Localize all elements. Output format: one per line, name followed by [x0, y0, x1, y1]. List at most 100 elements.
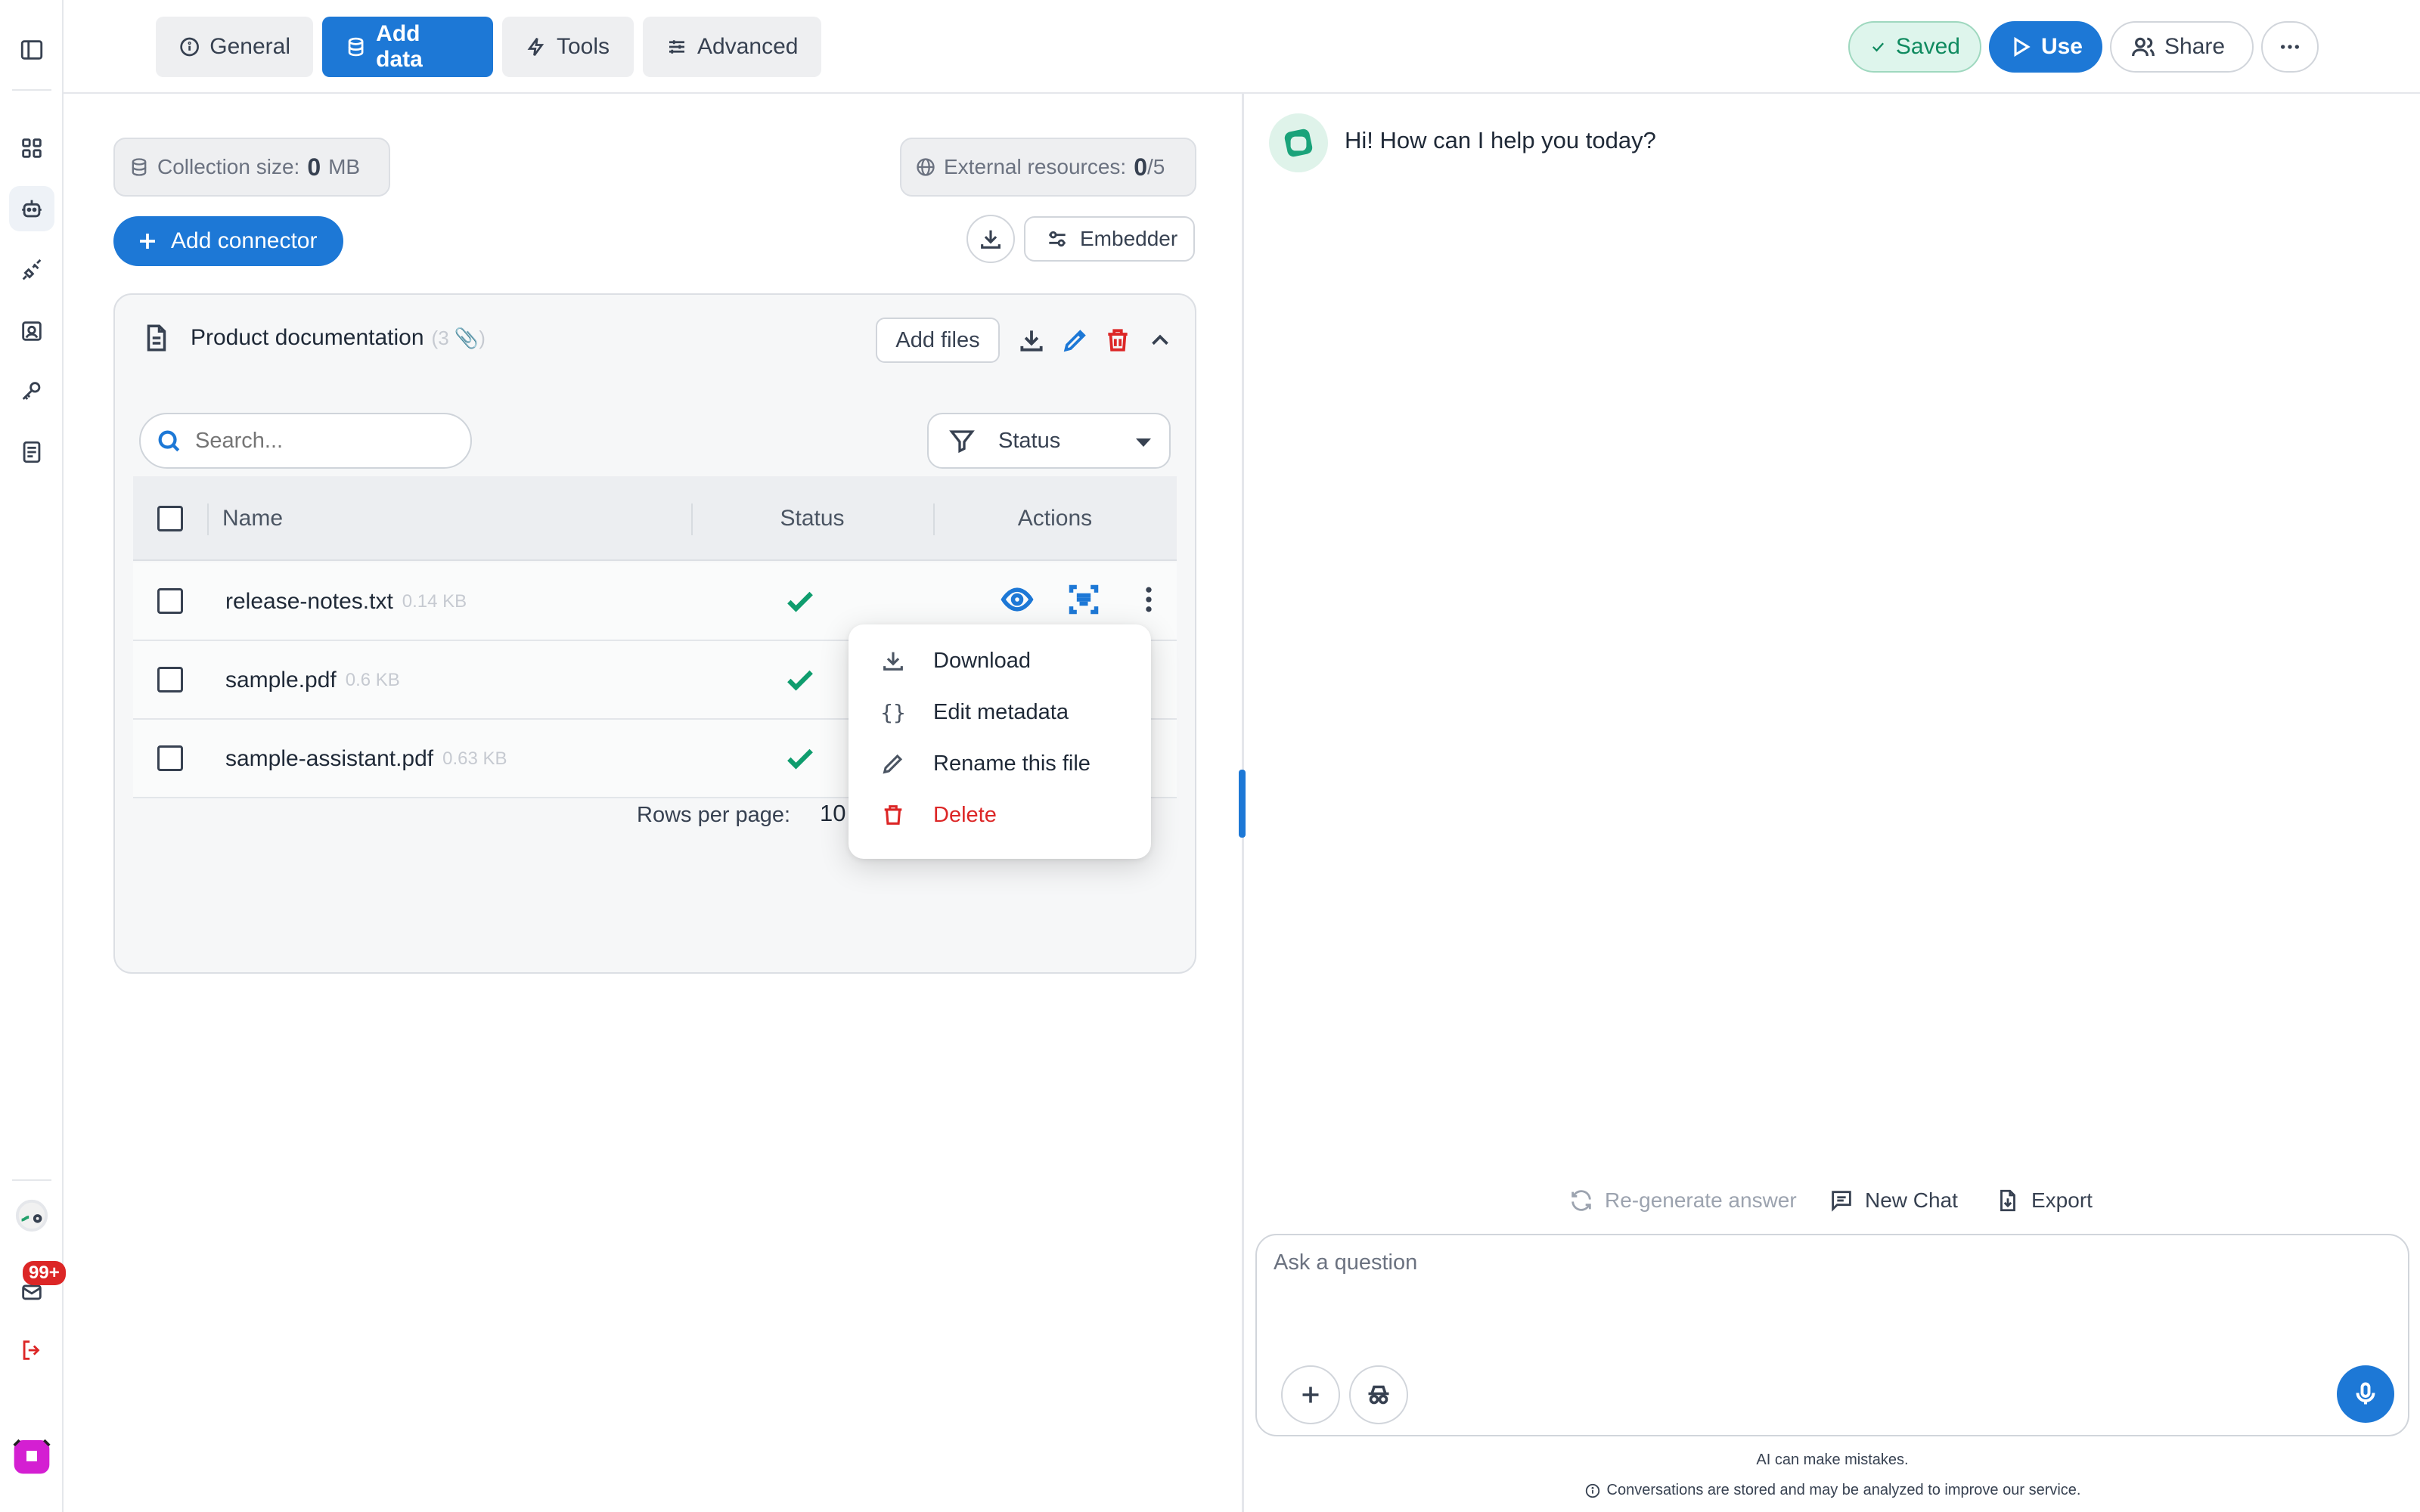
file-name: release-notes.txt	[225, 589, 393, 614]
card-header: Product documentation (3 📎)	[141, 322, 486, 354]
plus-icon	[1302, 1387, 1319, 1403]
top-bar: General Add data Tools Advanced Saved Us…	[64, 0, 2420, 94]
assistant-avatar	[1269, 113, 1328, 172]
rail-dashboard-button[interactable]	[9, 125, 54, 171]
search-icon	[158, 430, 180, 452]
sidebar-icon	[20, 40, 43, 60]
new-chat-label: New Chat	[1865, 1188, 1958, 1212]
use-label: Use	[2040, 34, 2083, 59]
new-chat-button[interactable]: New Chat	[1829, 1184, 1958, 1217]
download-icon	[883, 652, 903, 671]
rail-connectors-button[interactable]	[9, 248, 54, 293]
collection-size-label: Collection size:	[157, 155, 300, 178]
rows-per-page-select[interactable]: 10	[820, 800, 845, 827]
chat-composer	[1255, 1234, 2409, 1436]
key-icon	[22, 382, 41, 400]
scan-text-icon	[1069, 584, 1099, 615]
download-all-button[interactable]	[966, 215, 1015, 263]
column-header-name[interactable]: Name	[207, 476, 767, 561]
rail-keys-button[interactable]	[9, 369, 54, 414]
view-file-button[interactable]	[998, 581, 1036, 618]
microphone-icon	[2356, 1382, 2375, 1405]
ellipsis-icon	[2281, 45, 2299, 49]
use-button[interactable]: Use	[1989, 21, 2102, 73]
download-collection-button[interactable]	[1015, 324, 1048, 357]
menu-item-download[interactable]: Download	[849, 635, 1151, 686]
status-filter-dropdown[interactable]: Status	[927, 413, 1171, 469]
tab-label: Add data	[376, 21, 423, 72]
select-all-checkbox[interactable]	[157, 506, 183, 531]
play-icon	[2014, 36, 2031, 57]
tab-add-data[interactable]: Add data	[322, 17, 493, 77]
file-search-input[interactable]	[195, 428, 437, 454]
check-icon	[787, 591, 813, 612]
caret-down-icon	[1136, 438, 1151, 447]
rail-docs-button[interactable]	[9, 429, 54, 475]
collapse-card-button[interactable]	[1143, 324, 1177, 357]
menu-item-label: Download	[933, 648, 1031, 673]
edit-collection-button[interactable]	[1059, 324, 1092, 357]
share-button[interactable]: Share	[2110, 21, 2254, 73]
robot-icon	[22, 200, 42, 218]
add-files-button[interactable]: Add files	[876, 318, 1000, 363]
more-vertical-icon	[1146, 587, 1152, 612]
attach-button[interactable]	[1281, 1365, 1340, 1424]
resize-handle[interactable]	[1239, 770, 1246, 838]
menu-item-delete[interactable]: Delete	[849, 789, 1151, 841]
row-checkbox[interactable]	[157, 588, 183, 614]
pencil-icon	[883, 754, 903, 774]
eye-icon	[1001, 587, 1034, 612]
file-context-menu: Download {} Edit metadata Rename this fi…	[849, 624, 1151, 859]
regenerate-answer-button[interactable]: Re-generate answer	[1568, 1184, 1797, 1217]
logout-button[interactable]	[9, 1328, 54, 1373]
more-options-button[interactable]	[2261, 21, 2319, 73]
rows-per-page-label: Rows per page:	[637, 803, 791, 827]
privacy-note-text: Conversations are stored and may be anal…	[1606, 1482, 2081, 1498]
rail-assistants-button[interactable]	[9, 186, 54, 231]
chat-icon	[1832, 1191, 1851, 1212]
share-label: Share	[2164, 34, 2226, 59]
select-all-checkbox-wrap	[157, 476, 183, 561]
add-connector-button[interactable]: Add connector	[113, 216, 343, 266]
microphone-button[interactable]	[2337, 1365, 2394, 1423]
settings-sliders-icon	[1049, 231, 1066, 247]
app-logo[interactable]	[9, 1433, 54, 1479]
column-header-status[interactable]: Status	[691, 476, 933, 561]
download-icon	[981, 230, 1001, 249]
incognito-icon	[1368, 1385, 1389, 1405]
menu-item-label: Rename this file	[933, 751, 1091, 776]
collection-size-chip: Collection size: 0 MB	[113, 138, 390, 197]
pencil-icon	[1063, 330, 1086, 352]
row-more-menu-button[interactable]	[1130, 581, 1168, 618]
saved-label: Saved	[1895, 34, 1960, 59]
row-checkbox[interactable]	[157, 745, 183, 771]
trash-icon	[1108, 329, 1128, 352]
assistant-logo-icon	[1284, 129, 1313, 157]
tab-general[interactable]: General	[156, 17, 313, 77]
file-text-icon	[147, 324, 166, 352]
tab-tools[interactable]: Tools	[502, 17, 634, 77]
menu-item-rename[interactable]: Rename this file	[849, 738, 1151, 789]
collection-size-unit: MB	[328, 155, 361, 178]
view-chunks-button[interactable]	[1065, 581, 1103, 618]
embedder-button[interactable]: Embedder	[1024, 216, 1195, 262]
file-size: 0.14 KB	[402, 591, 467, 612]
document-icon	[23, 441, 41, 463]
rail-scan-button[interactable]	[9, 308, 54, 354]
status-cell	[783, 585, 817, 618]
export-chat-button[interactable]: Export	[1995, 1184, 2093, 1217]
user-avatar[interactable]	[9, 1193, 54, 1238]
embedder-label: Embedder	[1080, 227, 1178, 250]
saved-status-badge: Saved	[1848, 21, 1981, 73]
tab-advanced[interactable]: Advanced	[643, 17, 821, 77]
toggle-sidebar-button[interactable]	[9, 27, 54, 73]
row-checkbox[interactable]	[157, 667, 183, 692]
incognito-button[interactable]	[1349, 1365, 1408, 1424]
chat-input[interactable]	[1274, 1250, 2378, 1341]
menu-item-edit-metadata[interactable]: {} Edit metadata	[849, 686, 1151, 738]
status-cell	[783, 664, 817, 697]
export-label: Export	[2031, 1188, 2093, 1212]
info-icon	[180, 37, 199, 57]
delete-collection-button[interactable]	[1101, 324, 1134, 357]
external-resources-chip: External resources: 0/5	[900, 138, 1196, 197]
